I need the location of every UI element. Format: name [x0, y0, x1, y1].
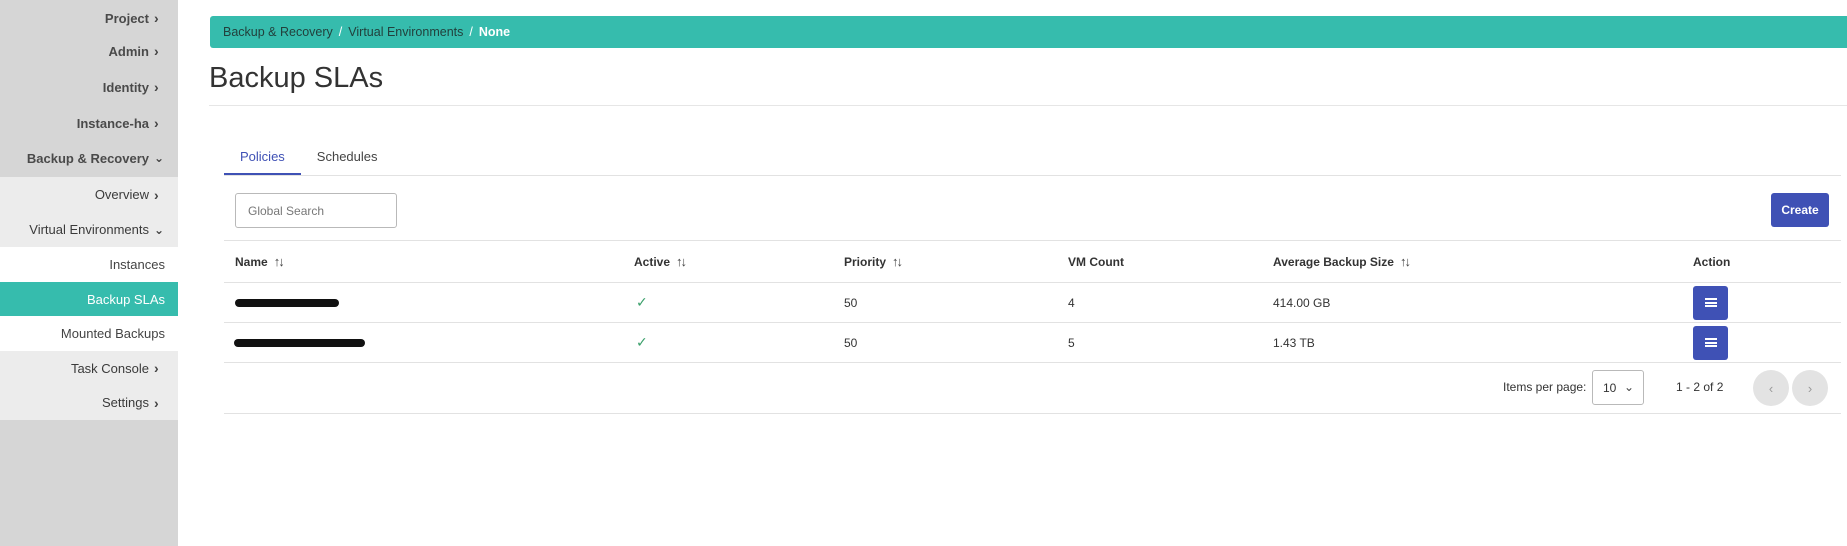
sidebar-item-label: Settings — [102, 395, 149, 410]
next-page-button[interactable]: › — [1792, 370, 1828, 406]
active-status: ✓ — [636, 323, 648, 362]
sidebar-item-label: Project — [104, 10, 149, 26]
previous-page-button[interactable]: ‹ — [1753, 370, 1789, 406]
sidebar-item-backup-recovery[interactable]: Backup & Recovery ⌄ — [0, 146, 178, 170]
sidebar-item-settings[interactable]: Settings › — [0, 385, 178, 420]
redacted-name — [234, 338, 365, 347]
sidebar-item-label: Overview — [94, 187, 149, 202]
sidebar-item-identity[interactable]: Identity › — [0, 75, 178, 99]
table-row: ✓ 50 4 414.00 GB — [224, 283, 1841, 323]
sidebar-item-instance-ha[interactable]: Instance-ha › — [0, 111, 178, 135]
breadcrumb-item-current: None — [478, 25, 511, 39]
check-icon: ✓ — [636, 334, 648, 350]
column-header-active[interactable]: Active ↑↓ — [634, 241, 687, 282]
sidebar-item-label: Instance-ha — [76, 115, 149, 131]
action-cell — [1693, 323, 1728, 362]
sidebar-item-label: Backup & Recovery — [26, 150, 149, 166]
breadcrumb-item-virtual-environments[interactable]: Virtual Environments — [348, 25, 463, 39]
column-header-label: Average Backup Size — [1273, 254, 1394, 269]
items-per-page-select[interactable]: 10 ⌄ — [1592, 370, 1644, 405]
action-menu-button[interactable] — [1693, 325, 1728, 360]
policy-name-link[interactable] — [235, 283, 339, 322]
redacted-name — [235, 298, 339, 307]
chevron-down-icon: ⌄ — [154, 151, 165, 165]
chevron-right-icon: › — [1807, 380, 1813, 396]
column-header-priority[interactable]: Priority ↑↓ — [844, 241, 903, 282]
menu-icon — [1704, 298, 1717, 307]
sort-icon[interactable]: ↑↓ — [676, 254, 687, 269]
chevron-right-icon: › — [154, 43, 159, 59]
sidebar-item-label: Virtual Environments — [29, 222, 149, 237]
chevron-down-icon: ⌄ — [1623, 380, 1634, 394]
breadcrumb-separator: / — [469, 25, 473, 39]
sidebar-item-label: Instances — [109, 257, 165, 272]
priority-value: 50 — [844, 295, 858, 310]
sidebar-item-overview[interactable]: Overview › — [0, 177, 178, 212]
column-header-label: Action — [1693, 254, 1731, 269]
column-header-label: Active — [634, 254, 671, 269]
chevron-right-icon: › — [154, 10, 159, 26]
table-row: ✓ 50 5 1.43 TB — [224, 323, 1841, 363]
vm-count-value: 5 — [1068, 335, 1075, 350]
active-status: ✓ — [636, 283, 648, 322]
avg-backup-size-value: 1.43 TB — [1273, 335, 1315, 350]
chevron-right-icon: › — [154, 360, 159, 376]
column-header-vm-count: VM Count — [1068, 241, 1124, 282]
sidebar-item-label: Identity — [102, 79, 149, 95]
priority-value: 50 — [844, 335, 858, 350]
items-per-page-value: 10 — [1603, 380, 1617, 395]
check-icon: ✓ — [636, 294, 648, 310]
sidebar-item-task-console[interactable]: Task Console › — [0, 351, 178, 385]
tab-policies[interactable]: Policies — [224, 145, 301, 175]
action-cell — [1693, 283, 1728, 322]
breadcrumb: Backup & Recovery / Virtual Environments… — [210, 16, 1847, 48]
column-header-action: Action — [1693, 241, 1730, 282]
column-header-label: VM Count — [1068, 254, 1124, 269]
table-header-row: Name ↑↓ Active ↑↓ Priority ↑↓ VM Count A… — [224, 240, 1841, 283]
pagination-range: 1 - 2 of 2 — [1676, 380, 1724, 394]
breadcrumb-separator: / — [338, 25, 343, 39]
chevron-right-icon: › — [154, 394, 159, 411]
sidebar-item-admin[interactable]: Admin › — [0, 39, 178, 63]
page-title: Backup SLAs — [209, 62, 384, 94]
action-menu-button[interactable] — [1693, 285, 1728, 320]
menu-icon — [1704, 338, 1717, 347]
divider — [224, 175, 1841, 176]
policy-name-link[interactable] — [234, 323, 365, 362]
sort-icon[interactable]: ↑↓ — [892, 254, 903, 269]
chevron-right-icon: › — [154, 115, 159, 131]
sidebar: Project › Admin › Identity › Instance-ha… — [0, 0, 178, 546]
tab-bar: Policies Schedules — [224, 145, 394, 175]
chevron-left-icon: ‹ — [1768, 380, 1774, 396]
vm-count-value: 4 — [1068, 295, 1075, 310]
chevron-right-icon: › — [154, 79, 159, 95]
sidebar-item-instances[interactable]: Instances — [0, 247, 178, 282]
column-header-label: Name — [235, 254, 268, 269]
global-search-input[interactable] — [235, 193, 397, 228]
sidebar-item-label: Task Console — [70, 360, 149, 376]
sidebar-item-backup-slas[interactable]: Backup SLAs — [0, 282, 178, 316]
column-header-label: Priority — [844, 254, 887, 269]
sort-icon[interactable]: ↑↓ — [1400, 254, 1411, 269]
sidebar-item-project[interactable]: Project › — [0, 6, 178, 30]
divider — [224, 413, 1841, 414]
sidebar-item-label: Admin — [108, 43, 149, 59]
sort-icon[interactable]: ↑↓ — [274, 254, 285, 269]
items-per-page-label: Items per page: — [1503, 380, 1587, 394]
chevron-down-icon: ⌄ — [154, 222, 165, 237]
column-header-average-backup-size[interactable]: Average Backup Size ↑↓ — [1273, 241, 1411, 282]
sidebar-item-mounted-backups[interactable]: Mounted Backups — [0, 316, 178, 351]
avg-backup-size-value: 414.00 GB — [1273, 295, 1331, 310]
chevron-right-icon: › — [154, 186, 159, 203]
sidebar-item-virtual-environments[interactable]: Virtual Environments ⌄ — [0, 212, 178, 247]
sidebar-item-label: Backup SLAs — [86, 291, 165, 307]
sidebar-item-label: Mounted Backups — [60, 326, 165, 341]
create-button[interactable]: Create — [1771, 193, 1829, 227]
breadcrumb-item-backup-recovery[interactable]: Backup & Recovery — [223, 25, 333, 39]
divider — [209, 105, 1847, 106]
column-header-name[interactable]: Name ↑↓ — [235, 241, 285, 282]
tab-schedules[interactable]: Schedules — [301, 145, 394, 175]
